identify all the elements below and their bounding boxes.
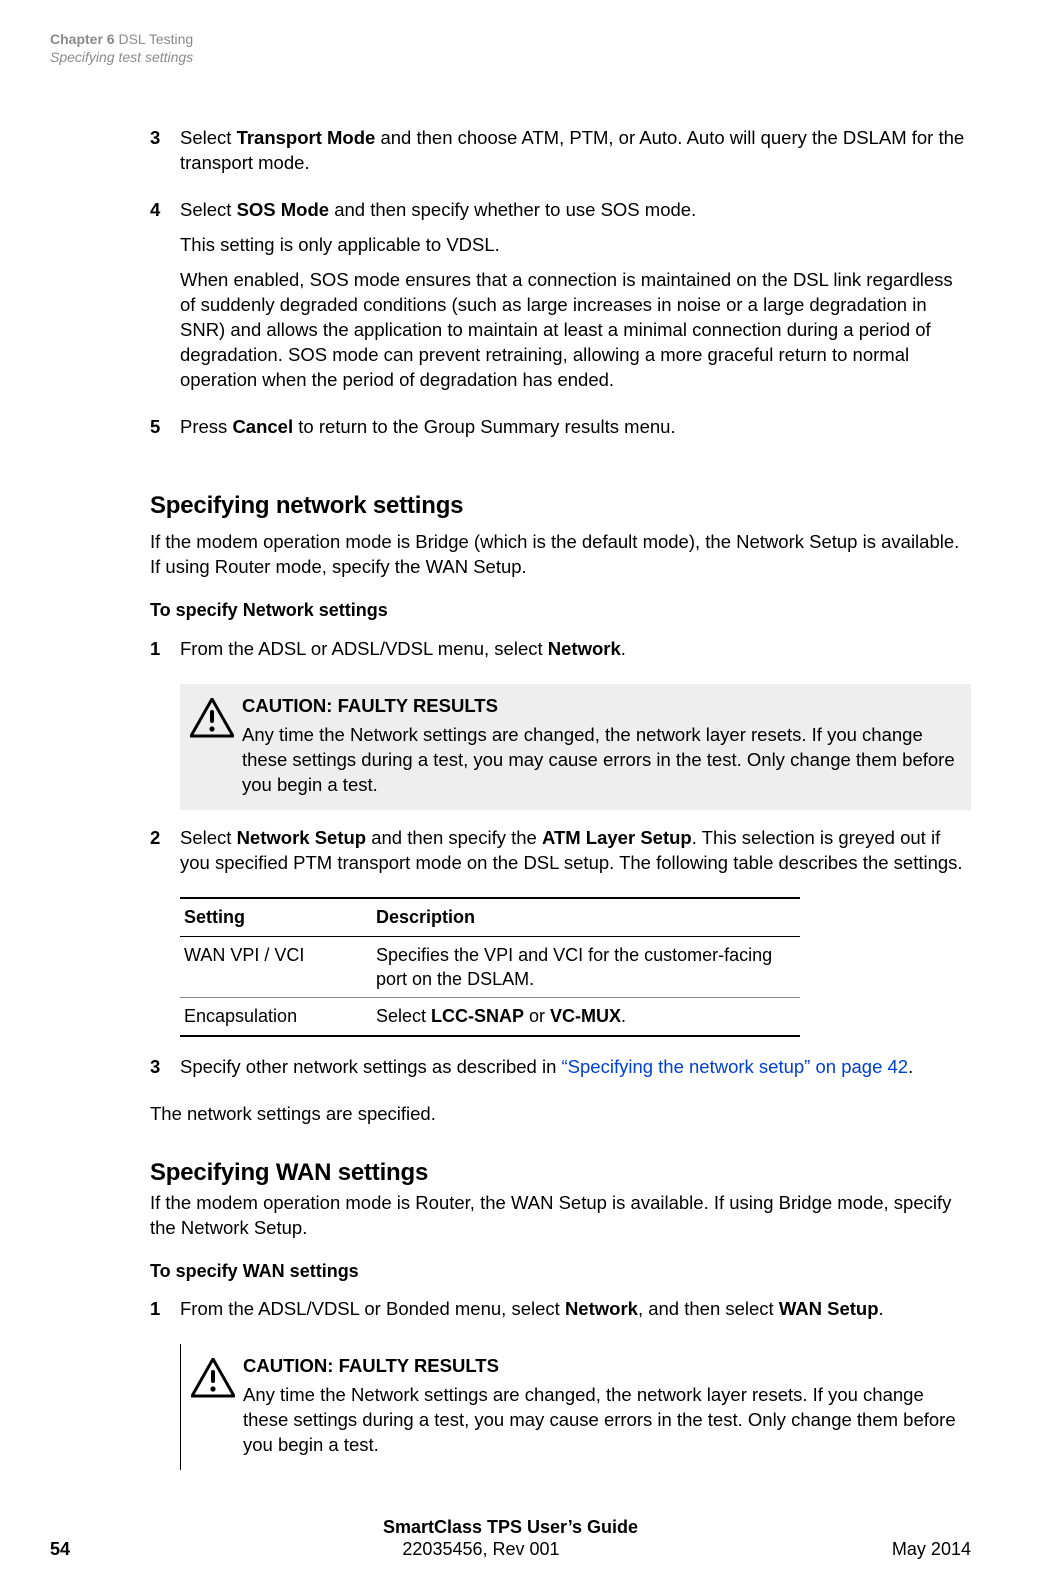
step-text: Select Transport Mode and then choose AT… (180, 126, 971, 186)
table-header-setting: Setting (180, 898, 372, 936)
procedure-heading-wan: To specify WAN settings (150, 1259, 971, 1283)
table-cell-description: Select LCC-SNAP or VC-MUX. (372, 998, 800, 1036)
bold-text: WAN Setup (779, 1298, 879, 1319)
header-section-title: Specifying test settings (50, 49, 193, 65)
bold-text: LCC-SNAP (431, 1006, 524, 1026)
caution-box: CAUTION: FAULTY RESULTS Any time the Net… (180, 684, 971, 810)
paragraph: Select Network Setup and then specify th… (180, 826, 971, 876)
caution-title: CAUTION: FAULTY RESULTS (242, 694, 957, 719)
page-footer: SmartClass TPS User’s Guide 54 22035456,… (50, 1515, 971, 1560)
step-number: 2 (150, 826, 180, 886)
step-text: Press Cancel to return to the Group Summ… (180, 415, 971, 450)
step: 1From the ADSL or ADSL/VDSL menu, select… (150, 637, 971, 672)
step: 1From the ADSL/VDSL or Bonded menu, sele… (150, 1297, 971, 1332)
caution-title: CAUTION: FAULTY RESULTS (243, 1354, 957, 1379)
bold-text: VC-MUX (550, 1006, 621, 1026)
paragraph: From the ADSL/VDSL or Bonded menu, selec… (180, 1297, 971, 1322)
step-number: 5 (150, 415, 180, 450)
chapter-title: DSL Testing (118, 31, 193, 47)
step: 2Select Network Setup and then specify t… (150, 826, 971, 886)
paragraph: Select SOS Mode and then specify whether… (180, 198, 971, 223)
caution-body: Any time the Network settings are change… (243, 1383, 957, 1458)
table-cell-description: Specifies the VPI and VCI for the custom… (372, 936, 800, 998)
step-text: From the ADSL/VDSL or Bonded menu, selec… (180, 1297, 971, 1332)
footer-doc-number: 22035456, Rev 001 (402, 1539, 559, 1560)
footer-page-number: 54 (50, 1539, 70, 1560)
step-text: From the ADSL or ADSL/VDSL menu, select … (180, 637, 971, 672)
table-cell-setting: Encapsulation (180, 998, 372, 1036)
step: 5Press Cancel to return to the Group Sum… (150, 415, 971, 450)
table-row: EncapsulationSelect LCC-SNAP or VC-MUX. (180, 998, 800, 1036)
footer-guide-title: SmartClass TPS User’s Guide (383, 1517, 638, 1537)
section-lead-network: If the modem operation mode is Bridge (w… (150, 530, 971, 580)
step-text: Specify other network settings as descri… (180, 1055, 971, 1090)
caution-icon (191, 1354, 243, 1405)
footer-date: May 2014 (892, 1539, 971, 1560)
paragraph: Select Transport Mode and then choose AT… (180, 126, 971, 176)
cross-reference-link[interactable]: “Specifying the network setup” on page 4… (562, 1056, 909, 1077)
bold-text: Network Setup (237, 827, 367, 848)
step: 3Select Transport Mode and then choose A… (150, 126, 971, 186)
section-heading-network: Specifying network settings (150, 490, 971, 522)
bold-text: Network (548, 638, 621, 659)
table-header-description: Description (372, 898, 800, 936)
step-number: 4 (150, 198, 180, 403)
table-row: WAN VPI / VCISpecifies the VPI and VCI f… (180, 936, 800, 998)
paragraph: Specify other network settings as descri… (180, 1055, 971, 1080)
section-lead-wan: If the modem operation mode is Router, t… (150, 1191, 971, 1241)
step-number: 1 (150, 637, 180, 672)
step-number: 3 (150, 1055, 180, 1090)
bold-text: Network (565, 1298, 638, 1319)
paragraph: This setting is only applicable to VDSL. (180, 233, 971, 258)
chapter-label: Chapter 6 (50, 31, 115, 47)
step-number: 1 (150, 1297, 180, 1332)
section-heading-wan: Specifying WAN settings (150, 1157, 971, 1189)
caution-icon (190, 694, 242, 745)
step: 4Select SOS Mode and then specify whethe… (150, 198, 971, 403)
paragraph: When enabled, SOS mode ensures that a co… (180, 268, 971, 393)
step: 3 Specify other network settings as desc… (150, 1055, 971, 1090)
step-text: Select SOS Mode and then specify whether… (180, 198, 971, 403)
section-closing-network: The network settings are specified. (150, 1102, 971, 1127)
caution-body: Any time the Network settings are change… (242, 723, 957, 798)
page-header: Chapter 6 DSL Testing Specifying test se… (50, 30, 971, 66)
paragraph: Press Cancel to return to the Group Summ… (180, 415, 971, 440)
bold-text: Cancel (232, 416, 293, 437)
table-cell-setting: WAN VPI / VCI (180, 936, 372, 998)
bold-text: SOS Mode (237, 199, 330, 220)
bold-text: Transport Mode (237, 127, 376, 148)
step-text: Select Network Setup and then specify th… (180, 826, 971, 886)
bold-text: ATM Layer Setup (542, 827, 692, 848)
caution-box: CAUTION: FAULTY RESULTS Any time the Net… (180, 1344, 971, 1470)
paragraph: From the ADSL or ADSL/VDSL menu, select … (180, 637, 971, 662)
procedure-heading-network: To specify Network settings (150, 598, 971, 622)
settings-table: Setting Description WAN VPI / VCISpecifi… (180, 897, 800, 1036)
step-number: 3 (150, 126, 180, 186)
